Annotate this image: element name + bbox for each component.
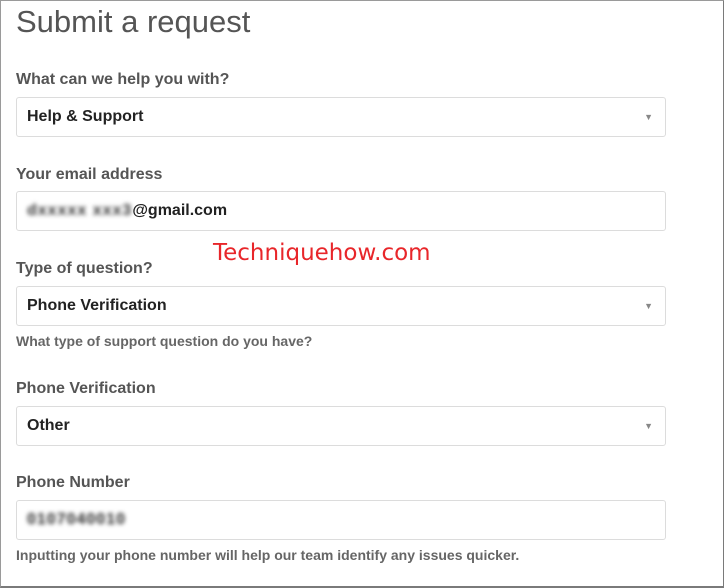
dropdown-caret-icon: ▼ bbox=[644, 112, 653, 122]
email-label: Your email address bbox=[16, 166, 163, 183]
help-with-select[interactable]: Help & Support ▼ bbox=[16, 97, 666, 137]
phone-verification-select[interactable]: Other ▼ bbox=[16, 406, 666, 446]
page-title: Submit a request bbox=[16, 4, 251, 39]
phone-verification-value: Other bbox=[27, 417, 70, 434]
phone-verification-label: Phone Verification bbox=[16, 380, 156, 397]
help-with-label: What can we help you with? bbox=[16, 71, 230, 88]
email-field[interactable]: dxxxxx xxx3@gmail.com bbox=[16, 191, 666, 231]
help-with-value: Help & Support bbox=[27, 108, 144, 125]
phone-number-hint: Inputting your phone number will help ou… bbox=[16, 547, 520, 563]
question-type-value: Phone Verification bbox=[27, 297, 167, 314]
question-type-label: Type of question? bbox=[16, 260, 153, 277]
watermark-text: Techniquehow.com bbox=[213, 240, 431, 266]
dropdown-caret-icon: ▼ bbox=[644, 421, 653, 431]
phone-number-field[interactable]: 0107040010 bbox=[16, 500, 666, 540]
question-type-select[interactable]: Phone Verification ▼ bbox=[16, 286, 666, 326]
email-domain: @gmail.com bbox=[132, 202, 228, 219]
phone-number-value: 0107040010 bbox=[27, 511, 126, 528]
email-value: dxxxxx xxx3@gmail.com bbox=[27, 202, 227, 220]
phone-number-label: Phone Number bbox=[16, 474, 130, 491]
dropdown-caret-icon: ▼ bbox=[644, 301, 653, 311]
email-masked-part: dxxxxx xxx3 bbox=[27, 202, 133, 219]
question-type-hint: What type of support question do you hav… bbox=[16, 333, 313, 349]
